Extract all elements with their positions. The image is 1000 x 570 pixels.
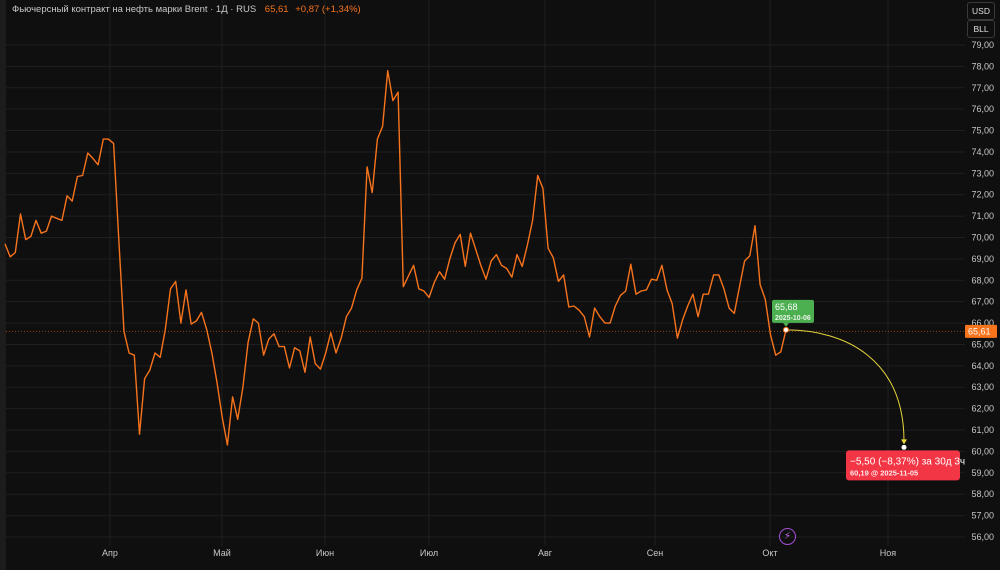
last-value: 65,61: [264, 4, 289, 15]
y-tick-label: 78,00: [971, 61, 994, 71]
point-label: 65,68 2025-10-06: [772, 299, 814, 327]
x-tick-label: Авг: [538, 548, 553, 558]
y-tick-label: 63,00: [971, 382, 994, 392]
y-tick-label: 57,00: [971, 511, 994, 521]
y-tick-label: 74,00: [971, 147, 994, 157]
projection-arrow-icon: [901, 439, 907, 445]
y-tick-label: 58,00: [971, 489, 994, 499]
symbol-legend: Фьючерсный контракт на нефть марки Brent…: [12, 4, 361, 15]
point-label-tip: [783, 322, 789, 327]
unit-button[interactable]: BLL: [967, 20, 995, 38]
y-tick-label: 61,00: [971, 425, 994, 435]
y-tick-label: 62,00: [971, 404, 994, 414]
time-axis: Апр Май Июн Июл Авг Сен Окт Ноя: [102, 548, 896, 558]
projection-curve: [785, 329, 905, 442]
x-tick-label: Май: [213, 548, 231, 558]
projection-label: −5,50 (−8,37%) за 30д 3ч 60,19 @ 2025-11…: [846, 450, 965, 481]
y-tick-label: 69,00: [971, 254, 994, 264]
point-label-value: 65,68: [775, 302, 798, 312]
currency-button[interactable]: USD: [967, 2, 995, 20]
projection-target: 60,19 @ 2025-11-05: [850, 468, 918, 477]
x-tick-label: Окт: [762, 548, 777, 558]
price-line: [4, 70, 787, 446]
y-tick-label: 67,00: [971, 297, 994, 307]
y-tick-label: 77,00: [971, 83, 994, 93]
y-tick-label: 79,00: [971, 40, 994, 50]
y-tick-label: 72,00: [971, 190, 994, 200]
y-tick-label: 60,00: [971, 446, 994, 456]
y-tick-label: 68,00: [971, 275, 994, 285]
point-label-date: 2025-10-06: [775, 315, 811, 322]
price-axis: 56,00 57,00 58,00 59,00 60,00 61,00 62,00 63,00…: [971, 40, 994, 542]
x-tick-label: Апр: [102, 548, 118, 558]
y-tick-label: 70,00: [971, 233, 994, 243]
projection-end-point: [901, 444, 907, 450]
y-tick-label: 56,00: [971, 532, 994, 542]
x-tick-label: Ноя: [880, 548, 897, 558]
x-tick-label: Сен: [647, 548, 664, 558]
projection-change: −5,50 (−8,37%) за 30д 3ч: [850, 456, 965, 467]
lightning-icon[interactable]: ⚡: [779, 528, 796, 545]
y-tick-label: 64,00: [971, 361, 994, 371]
last-price-tag: 65,61: [965, 324, 997, 338]
x-tick-label: Июн: [316, 548, 334, 558]
y-tick-label: 76,00: [971, 104, 994, 114]
change-value: +0,87 (+1,34%): [295, 4, 361, 15]
y-tick-label: 73,00: [971, 168, 994, 178]
symbol-title: Фьючерсный контракт на нефть марки Brent…: [12, 4, 257, 15]
x-tick-label: Июл: [420, 548, 438, 558]
projection-start-point: [783, 326, 789, 333]
y-tick-label: 75,00: [971, 126, 994, 136]
price-chart[interactable]: 56,00 57,00 58,00 59,00 60,00 61,00 62,00 63,00…: [0, 0, 1000, 570]
y-tick-label: 59,00: [971, 468, 994, 478]
y-tick-label: 65,00: [971, 339, 994, 349]
y-tick-label: 71,00: [971, 211, 994, 221]
grid: [6, 0, 965, 546]
last-price-tag-text: 65,61: [968, 326, 991, 336]
